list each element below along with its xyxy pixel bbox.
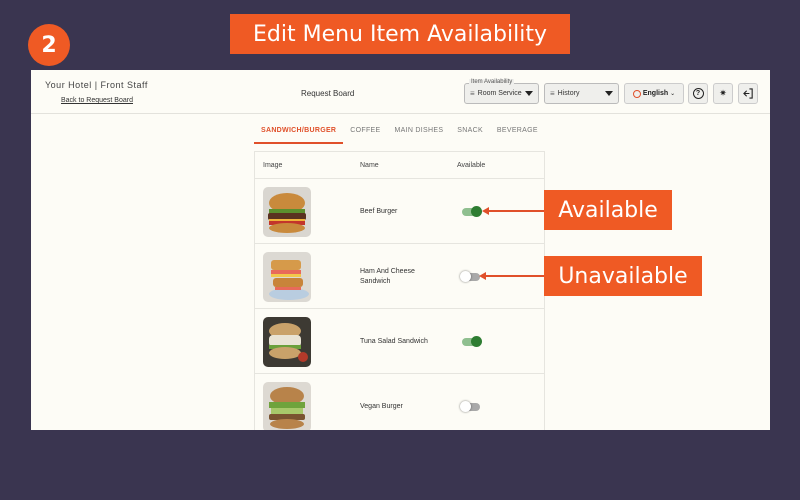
tab-main-dishes[interactable]: MAIN DISHES [387,127,450,144]
availability-toggle-off[interactable] [460,271,480,282]
category-tabs: SANDWICH/BURGER COFFEE MAIN DISHES SNACK… [254,127,545,144]
history-select-value: History [557,90,580,97]
column-header-name: Name [360,162,379,169]
sun-icon: ✷ [719,88,727,98]
request-board-title: Request Board [301,89,355,98]
language-button[interactable]: English ⌄ [624,83,684,104]
tab-coffee[interactable]: COFFEE [343,127,387,144]
tuna-salad-sandwich-image [263,317,311,367]
language-label: English [642,90,669,97]
item-name: Tuna Salad Sandwich [360,338,428,345]
column-header-image: Image [263,162,283,169]
history-select[interactable]: ≡ History [544,83,619,104]
help-button[interactable]: ? [688,83,708,104]
availability-toggle-off[interactable] [460,401,480,412]
table-row: Vegan Burger [255,374,544,430]
brand-title: Your Hotel | Front Staff [45,80,148,90]
tab-sandwich-burger[interactable]: SANDWICH/BURGER [254,127,344,144]
help-icon: ? [692,88,704,99]
back-to-request-board-link[interactable]: Back to Request Board [61,97,133,104]
service-select[interactable]: ≡ Room Service [464,83,539,104]
banner-title: Edit Menu Item Availability [230,14,570,54]
unavailable-callout: Unavailable [544,256,702,296]
service-select-value: Room Service [477,90,522,97]
menu-items-table: Image Name Available Beef Burger Ham And… [254,151,545,430]
table-header: Image Name Available [255,152,544,179]
step-number-badge: 2 [28,24,70,66]
tab-beverage[interactable]: BEVERAGE [490,127,545,144]
item-name: Beef Burger [360,208,398,215]
item-name: Vegan Burger [360,403,403,410]
logout-button[interactable] [738,83,758,104]
available-callout: Available [544,190,672,230]
tab-snack[interactable]: SNACK [450,127,490,144]
column-header-available: Available [457,162,486,169]
ham-cheese-sandwich-image [263,252,311,302]
table-row: Tuna Salad Sandwich [255,309,544,374]
beef-burger-image [263,187,311,237]
item-name: Ham And Cheese Sandwich [360,268,415,285]
top-bar: Your Hotel | Front Staff Back to Request… [31,70,770,114]
globe-icon [632,89,641,98]
vegan-burger-image [263,382,311,430]
available-arrow [488,210,544,212]
theme-toggle-button[interactable]: ✷ [713,83,733,104]
filter-lines-icon: ≡ [470,89,475,98]
logout-icon [742,88,753,99]
chevron-down-icon [525,91,533,96]
unavailable-arrow [485,275,544,277]
arrowhead-icon [482,207,489,215]
chevron-down-icon [605,91,613,96]
chevron-down-icon: ⌄ [670,91,676,97]
arrowhead-icon [479,272,486,280]
item-availability-label: Item Availability [469,79,515,85]
filter-lines-icon: ≡ [550,89,555,98]
availability-toggle-on[interactable] [462,336,482,347]
app-window: Your Hotel | Front Staff Back to Request… [31,70,770,430]
availability-toggle-on[interactable] [462,206,482,217]
